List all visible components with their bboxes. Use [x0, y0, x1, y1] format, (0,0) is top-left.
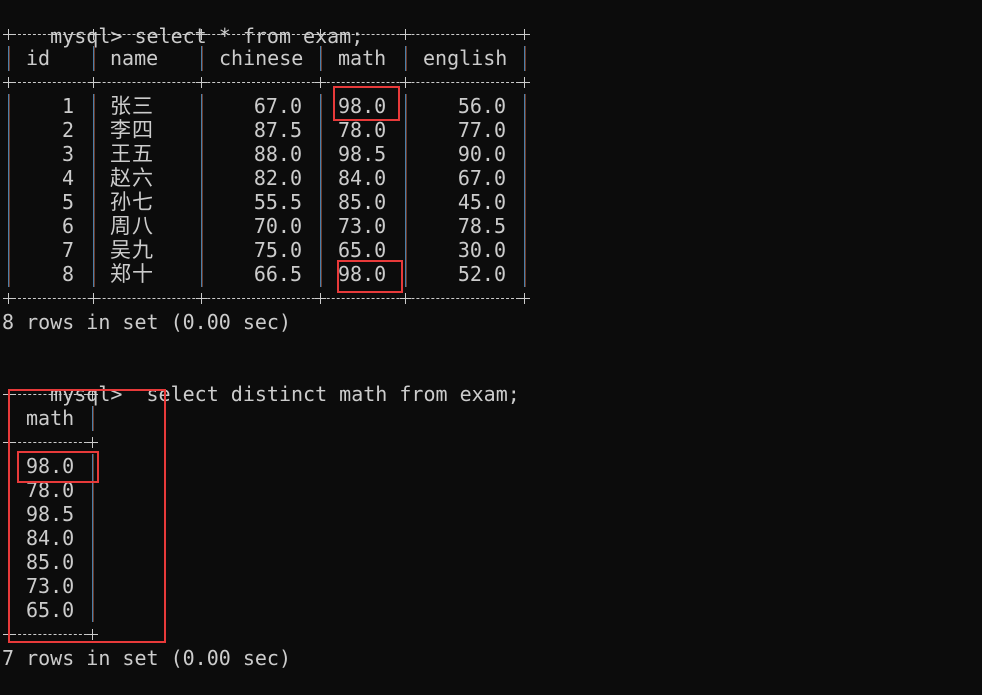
- cell-id: 3: [61, 142, 74, 166]
- cell-chinese: 88.0: [253, 142, 302, 166]
- cell-id: 5: [61, 190, 74, 214]
- table-column-divider: [201, 46, 202, 71]
- highlight-math-98-row1: [333, 86, 400, 121]
- cell-english: 90.0: [457, 142, 506, 166]
- highlight-distinct-table: [8, 389, 166, 643]
- cell-id: 7: [61, 238, 74, 262]
- table-column-divider: [93, 46, 94, 71]
- cell-math: 85.0: [338, 190, 387, 214]
- table-border-corner: [315, 293, 326, 304]
- table-border-corner: [519, 29, 530, 40]
- table-border-corner: [3, 77, 14, 88]
- cell-math: 78.0: [338, 118, 387, 142]
- table-border-corner: [196, 293, 207, 304]
- table-column-divider: [405, 46, 406, 71]
- table-column-divider: [524, 46, 525, 71]
- cell-english: 67.0: [457, 166, 506, 190]
- cell-math: 84.0: [338, 166, 387, 190]
- table-column-divider: [320, 94, 321, 287]
- cell-name: 郑十: [110, 262, 154, 286]
- highlight-math-98-row8: [337, 260, 403, 293]
- table-border-corner: [3, 29, 14, 40]
- column-header-chinese: chinese: [219, 46, 304, 70]
- result-summary-1: 8 rows in set (0.00 sec): [2, 310, 291, 334]
- command-select-distinct: select distinct math from exam;: [122, 382, 520, 406]
- cell-id: 6: [61, 214, 74, 238]
- table-border-corner: [519, 77, 530, 88]
- cell-chinese: 55.5: [253, 190, 302, 214]
- cell-math: 73.0: [338, 214, 387, 238]
- cell-chinese: 87.5: [253, 118, 302, 142]
- column-header-id: id: [26, 46, 51, 70]
- table-border-corner: [196, 29, 207, 40]
- cell-name: 赵六: [110, 166, 154, 190]
- table-column-divider: [524, 94, 525, 287]
- column-header-math: math: [338, 46, 387, 70]
- table-border-corner: [400, 293, 411, 304]
- cell-name: 周八: [110, 214, 154, 238]
- table-border-line: [8, 82, 524, 83]
- cell-english: 78.5: [457, 214, 506, 238]
- prompt: mysql>: [50, 24, 123, 48]
- terminal-window[interactable]: mysql> select * from exam; id name chinese…: [0, 0, 982, 695]
- column-header-name: name: [110, 46, 159, 70]
- cell-english: 30.0: [457, 238, 506, 262]
- cell-chinese: 82.0: [253, 166, 302, 190]
- cell-chinese: 75.0: [253, 238, 302, 262]
- table-border-corner: [88, 29, 99, 40]
- table-border-corner: [315, 77, 326, 88]
- table-border-corner: [315, 29, 326, 40]
- cell-chinese: 70.0: [253, 214, 302, 238]
- cell-name: 李四: [110, 118, 154, 142]
- table-border-corner: [400, 77, 411, 88]
- table-border-line: [8, 34, 524, 35]
- cell-name: 孙七: [110, 190, 154, 214]
- table-border-corner: [88, 293, 99, 304]
- table-border-corner: [3, 293, 14, 304]
- table-column-divider: [93, 94, 94, 287]
- cell-math: 65.0: [338, 238, 387, 262]
- cell-chinese: 66.5: [253, 262, 302, 286]
- cell-chinese: 67.0: [253, 94, 302, 118]
- table-border-line: [8, 298, 524, 299]
- cell-id: 2: [61, 118, 74, 142]
- command-select-all: select * from exam;: [122, 24, 364, 48]
- highlight-distinct-98: [17, 451, 99, 483]
- table-border-corner: [400, 29, 411, 40]
- cell-english: 77.0: [457, 118, 506, 142]
- cell-english: 52.0: [457, 262, 506, 286]
- cell-id: 1: [61, 94, 74, 118]
- prompt-line-1: mysql> select * from exam;: [2, 0, 363, 48]
- prompt-line-2: mysql> select distinct math from exam;: [2, 358, 520, 406]
- cell-math: 98.5: [338, 142, 387, 166]
- cell-name: 张三: [110, 94, 154, 118]
- table-column-divider: [320, 46, 321, 71]
- result-summary-2: 7 rows in set (0.00 sec): [2, 646, 291, 670]
- table-border-corner: [519, 293, 530, 304]
- table-column-divider: [8, 46, 9, 71]
- table-border-corner: [196, 77, 207, 88]
- cell-id: 4: [61, 166, 74, 190]
- cell-english: 45.0: [457, 190, 506, 214]
- column-header-english: english: [423, 46, 508, 70]
- cell-name: 王五: [110, 142, 154, 166]
- cell-id: 8: [61, 262, 74, 286]
- cell-name: 吴九: [110, 238, 154, 262]
- cell-english: 56.0: [457, 94, 506, 118]
- table-border-corner: [88, 77, 99, 88]
